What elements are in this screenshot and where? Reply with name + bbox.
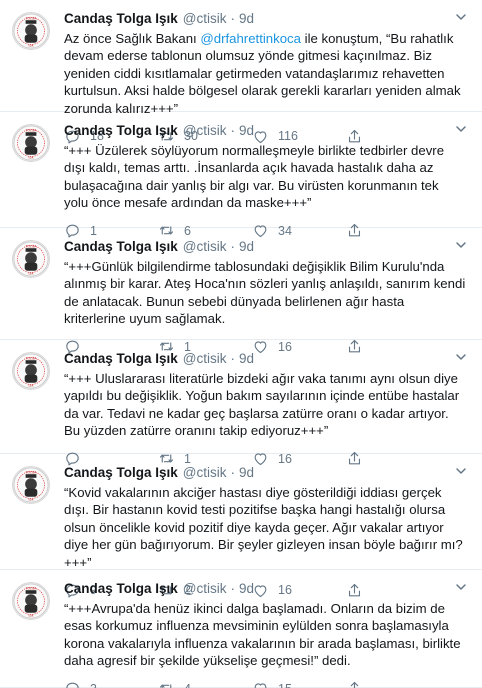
caret-down-icon[interactable] xyxy=(454,10,468,24)
tweet[interactable]: TOLGA IŞIK Candaş Tolga Işık @ctisik · 9… xyxy=(0,228,482,354)
tweet-text: “+++Avrupa'da henüz ikinci dalga başlama… xyxy=(64,601,461,669)
avatar[interactable]: TOLGA IŞIK xyxy=(12,240,50,278)
author-handle[interactable]: @ctisik xyxy=(183,350,227,368)
svg-text:TOLGA: TOLGA xyxy=(25,356,38,360)
retweet-icon xyxy=(159,684,172,688)
like-count: 15 xyxy=(278,682,298,688)
tweet-timestamp[interactable]: 9d xyxy=(239,10,254,28)
svg-text:IŞIK: IŞIK xyxy=(28,497,33,501)
author-name[interactable]: Candaş Tolga Işık xyxy=(64,10,178,28)
retweet-button[interactable]: 4 xyxy=(158,680,252,688)
share-button[interactable] xyxy=(346,680,376,688)
tweet-timestamp[interactable]: 9d xyxy=(239,580,254,598)
tweet[interactable]: TOLGA IŞIK Candaş Tolga Işık @ctisik · 9… xyxy=(0,570,482,688)
share-icon xyxy=(350,682,359,688)
svg-text:IŞIK: IŞIK xyxy=(28,613,33,617)
svg-text:IŞIK: IŞIK xyxy=(28,271,33,275)
caret-down-icon[interactable] xyxy=(454,238,468,252)
avatar[interactable]: TOLGA IŞIK xyxy=(12,582,50,620)
author-name[interactable]: Candaş Tolga Işık xyxy=(64,238,178,256)
svg-text:IŞIK: IŞIK xyxy=(28,155,33,159)
caret-down-icon[interactable] xyxy=(454,122,468,136)
tweet-text: Az önce Sağlık Bakanı @drfahrettinkoca i… xyxy=(64,30,472,117)
tweet-header: Candaş Tolga Işık @ctisik · 9d xyxy=(64,10,472,28)
tweet-text: “+++ Uluslararası literatürle bizdeki ağ… xyxy=(64,371,460,439)
tweet-timestamp[interactable]: 9d xyxy=(239,464,254,482)
retweet-count: 4 xyxy=(184,682,204,688)
svg-text:TOLGA: TOLGA xyxy=(25,470,38,474)
tweet-timestamp[interactable]: 9d xyxy=(239,350,254,368)
avatar[interactable]: TOLGA IŞIK xyxy=(12,124,50,162)
tweet-text: “Kovid vakalarının akciğer hastası diye … xyxy=(64,485,463,570)
author-name[interactable]: Candaş Tolga Işık xyxy=(64,580,178,598)
svg-text:TOLGA: TOLGA xyxy=(25,244,38,248)
svg-text:TOLGA: TOLGA xyxy=(25,128,38,132)
caret-down-icon[interactable] xyxy=(454,580,468,594)
svg-text:TOLGA: TOLGA xyxy=(25,16,38,20)
separator-dot: · xyxy=(230,11,236,26)
tweet[interactable]: TOLGA IŞIK Candaş Tolga Işık @ctisik · 9… xyxy=(0,340,482,466)
svg-text:IŞIK: IŞIK xyxy=(28,383,33,387)
reply-icon xyxy=(66,682,79,688)
caret-down-icon[interactable] xyxy=(454,464,468,478)
svg-text:IŞIK: IŞIK xyxy=(28,43,33,47)
author-handle[interactable]: @ctisik xyxy=(183,122,227,140)
avatar[interactable]: TOLGA IŞIK xyxy=(12,12,50,50)
tweet-text: “+++ Üzülerek söylüyorum normalleşmeyle … xyxy=(64,143,445,211)
tweet-header: Candaş Tolga Işık @ctisik · 9d xyxy=(64,464,472,482)
tweet-timestamp[interactable]: 9d xyxy=(239,238,254,256)
tweet-timestamp[interactable]: 9d xyxy=(239,122,254,140)
separator-dot: · xyxy=(230,239,236,254)
tweet-timeline: TOLGA IŞIK Candaş Tolga Işık @ctisik · 9… xyxy=(0,0,482,688)
mention-link[interactable]: @drfahrettinkoca xyxy=(200,31,301,46)
tweet-actions: 3 4 15 xyxy=(64,680,472,688)
avatar[interactable]: TOLGA IŞIK xyxy=(12,466,50,504)
like-button[interactable]: 15 xyxy=(252,680,346,688)
tweet[interactable]: TOLGA IŞIK Candaş Tolga Işık @ctisik · 9… xyxy=(0,112,482,238)
tweet[interactable]: TOLGA IŞIK Candaş Tolga Işık @ctisik · 9… xyxy=(0,454,482,597)
reply-count: 3 xyxy=(90,682,110,688)
reply-button[interactable]: 3 xyxy=(64,680,158,688)
tweet-header: Candaş Tolga Işık @ctisik · 9d xyxy=(64,122,472,140)
separator-dot: · xyxy=(230,465,236,480)
text-segment: Az önce Sağlık Bakanı xyxy=(64,31,201,46)
like-icon xyxy=(254,683,267,688)
separator-dot: · xyxy=(230,123,236,138)
tweet-header: Candaş Tolga Işık @ctisik · 9d xyxy=(64,350,472,368)
author-name[interactable]: Candaş Tolga Işık xyxy=(64,122,178,140)
author-name[interactable]: Candaş Tolga Işık xyxy=(64,464,178,482)
avatar[interactable]: TOLGA IŞIK xyxy=(12,352,50,390)
caret-down-icon[interactable] xyxy=(454,350,468,364)
tweet[interactable]: TOLGA IŞIK Candaş Tolga Işık @ctisik · 9… xyxy=(0,0,482,143)
tweet-header: Candaş Tolga Işık @ctisik · 9d xyxy=(64,580,472,598)
tweet-header: Candaş Tolga Işık @ctisik · 9d xyxy=(64,238,472,256)
separator-dot: · xyxy=(230,581,236,596)
separator-dot: · xyxy=(230,351,236,366)
author-handle[interactable]: @ctisik xyxy=(183,10,227,28)
author-name[interactable]: Candaş Tolga Işık xyxy=(64,350,178,368)
svg-text:TOLGA: TOLGA xyxy=(25,586,38,590)
author-handle[interactable]: @ctisik xyxy=(183,464,227,482)
author-handle[interactable]: @ctisik xyxy=(183,238,227,256)
author-handle[interactable]: @ctisik xyxy=(183,580,227,598)
tweet-text: “+++Günlük bilgilendirme tablosundaki de… xyxy=(64,259,466,327)
